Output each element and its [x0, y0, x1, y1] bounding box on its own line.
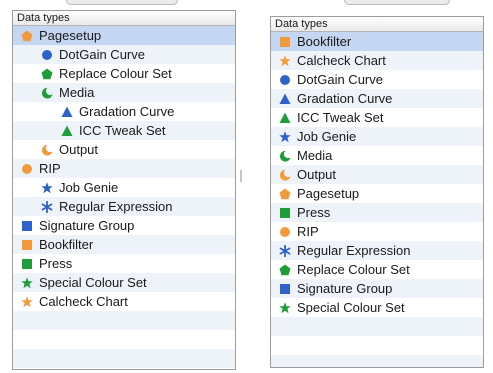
item-label: Pagesetup: [297, 186, 360, 201]
tree-item-dotgain-curve[interactable]: DotGain Curve: [13, 45, 235, 64]
list-item-press[interactable]: Press: [271, 203, 483, 222]
list-item-pagesetup[interactable]: Pagesetup: [271, 184, 483, 203]
item-label: Media: [297, 148, 333, 163]
list-item-signature-group[interactable]: Signature Group: [271, 279, 483, 298]
square-icon: [279, 207, 291, 219]
circle-icon: [21, 163, 33, 175]
item-label: Job Genie: [297, 129, 357, 144]
item-label: Special Colour Set: [297, 300, 405, 315]
triangle-icon: [279, 93, 291, 105]
circle-icon: [41, 49, 53, 61]
list-item-media[interactable]: Media: [271, 146, 483, 165]
list-item-special-colour-set[interactable]: Special Colour Set: [271, 298, 483, 317]
pentagon-icon: [279, 188, 291, 200]
item-label: Press: [297, 205, 331, 220]
window-top-stub-right: [344, 0, 450, 5]
list-item-regular-expression[interactable]: Regular Expression: [271, 241, 483, 260]
asterisk-icon: [279, 244, 291, 257]
star-icon: [279, 54, 291, 67]
square-icon: [21, 258, 33, 270]
item-label: RIP: [297, 224, 319, 239]
list-item-dotgain-curve[interactable]: DotGain Curve: [271, 70, 483, 89]
crescent-icon: [41, 87, 53, 99]
item-label: Output: [59, 142, 99, 157]
tree-item-signature-group[interactable]: Signature Group: [13, 216, 235, 235]
list-item-gradation-curve[interactable]: Gradation Curve: [271, 89, 483, 108]
square-icon: [21, 220, 33, 232]
item-label: DotGain Curve: [59, 47, 145, 62]
triangle-icon: [279, 112, 291, 124]
item-label: Calcheck Chart: [39, 294, 128, 309]
item-label: Signature Group: [39, 218, 135, 233]
square-icon: [279, 36, 291, 48]
data-types-list-panel[interactable]: Data types Bookfilter Calcheck Chart DotGa…: [270, 16, 484, 368]
star-icon: [279, 130, 291, 143]
item-label: RIP: [39, 161, 61, 176]
tree-item-pagesetup[interactable]: Pagesetup: [13, 26, 235, 45]
list-item-icc-tweak-set[interactable]: ICC Tweak Set: [271, 108, 483, 127]
tree-item-rip[interactable]: RIP: [13, 159, 235, 178]
tree-item-gradation-curve[interactable]: Gradation Curve: [13, 102, 235, 121]
item-label: Regular Expression: [297, 243, 411, 258]
pentagon-icon: [41, 68, 53, 80]
crescent-icon: [41, 144, 53, 156]
item-label: Gradation Curve: [297, 91, 393, 106]
triangle-icon: [61, 125, 73, 137]
list-item-output[interactable]: Output: [271, 165, 483, 184]
asterisk-icon: [41, 200, 53, 213]
item-label: DotGain Curve: [297, 72, 383, 87]
item-label: Pagesetup: [39, 28, 102, 43]
item-label: Bookfilter: [39, 237, 94, 252]
data-types-list[interactable]: Bookfilter Calcheck Chart DotGain Curve Gra…: [271, 32, 483, 367]
list-item-job-genie[interactable]: Job Genie: [271, 127, 483, 146]
pentagon-icon: [279, 264, 291, 276]
star-icon: [279, 301, 291, 314]
star-icon: [41, 181, 53, 194]
star-icon: [21, 276, 33, 289]
tree-item-regular-expression[interactable]: Regular Expression: [13, 197, 235, 216]
column-header-data-types[interactable]: Data types: [13, 11, 235, 26]
crescent-icon: [279, 169, 291, 181]
tree-item-icc-tweak-set[interactable]: ICC Tweak Set: [13, 121, 235, 140]
square-icon: [21, 239, 33, 251]
item-label: Regular Expression: [59, 199, 173, 214]
triangle-icon: [61, 106, 73, 118]
tree-item-job-genie[interactable]: Job Genie: [13, 178, 235, 197]
tree-item-bookfilter[interactable]: Bookfilter: [13, 235, 235, 254]
item-label: Replace Colour Set: [297, 262, 410, 277]
item-label: Gradation Curve: [79, 104, 175, 119]
list-item-replace-colour-set[interactable]: Replace Colour Set: [271, 260, 483, 279]
tree-item-special-colour-set[interactable]: Special Colour Set: [13, 273, 235, 292]
column-header-data-types[interactable]: Data types: [271, 17, 483, 32]
window-top-stub-left: [66, 0, 178, 5]
item-label: ICC Tweak Set: [297, 110, 384, 125]
tree-item-media[interactable]: Media: [13, 83, 235, 102]
list-item-calcheck-chart[interactable]: Calcheck Chart: [271, 51, 483, 70]
tree-item-output[interactable]: Output: [13, 140, 235, 159]
tree-item-replace-colour-set[interactable]: Replace Colour Set: [13, 64, 235, 83]
star-icon: [21, 295, 33, 308]
item-label: Media: [59, 85, 95, 100]
square-icon: [279, 283, 291, 295]
data-types-tree-panel[interactable]: Data types Pagesetup DotGain Curve Replace…: [12, 10, 236, 370]
pentagon-icon: [21, 30, 33, 42]
item-label: Press: [39, 256, 73, 271]
circle-icon: [279, 226, 291, 238]
tree-item-press[interactable]: Press: [13, 254, 235, 273]
item-label: Signature Group: [297, 281, 393, 296]
tree-item-calcheck-chart[interactable]: Calcheck Chart: [13, 292, 235, 311]
item-label: ICC Tweak Set: [79, 123, 166, 138]
circle-icon: [279, 74, 291, 86]
item-label: Replace Colour Set: [59, 66, 172, 81]
data-types-tree[interactable]: Pagesetup DotGain Curve Replace Colour Set…: [13, 26, 235, 369]
crescent-icon: [279, 150, 291, 162]
list-item-rip[interactable]: RIP: [271, 222, 483, 241]
item-label: Special Colour Set: [39, 275, 147, 290]
item-label: Calcheck Chart: [297, 53, 386, 68]
item-label: Bookfilter: [297, 34, 352, 49]
list-item-bookfilter[interactable]: Bookfilter: [271, 32, 483, 51]
item-label: Output: [297, 167, 337, 182]
pane-divider-handle[interactable]: [240, 170, 242, 182]
item-label: Job Genie: [59, 180, 119, 195]
